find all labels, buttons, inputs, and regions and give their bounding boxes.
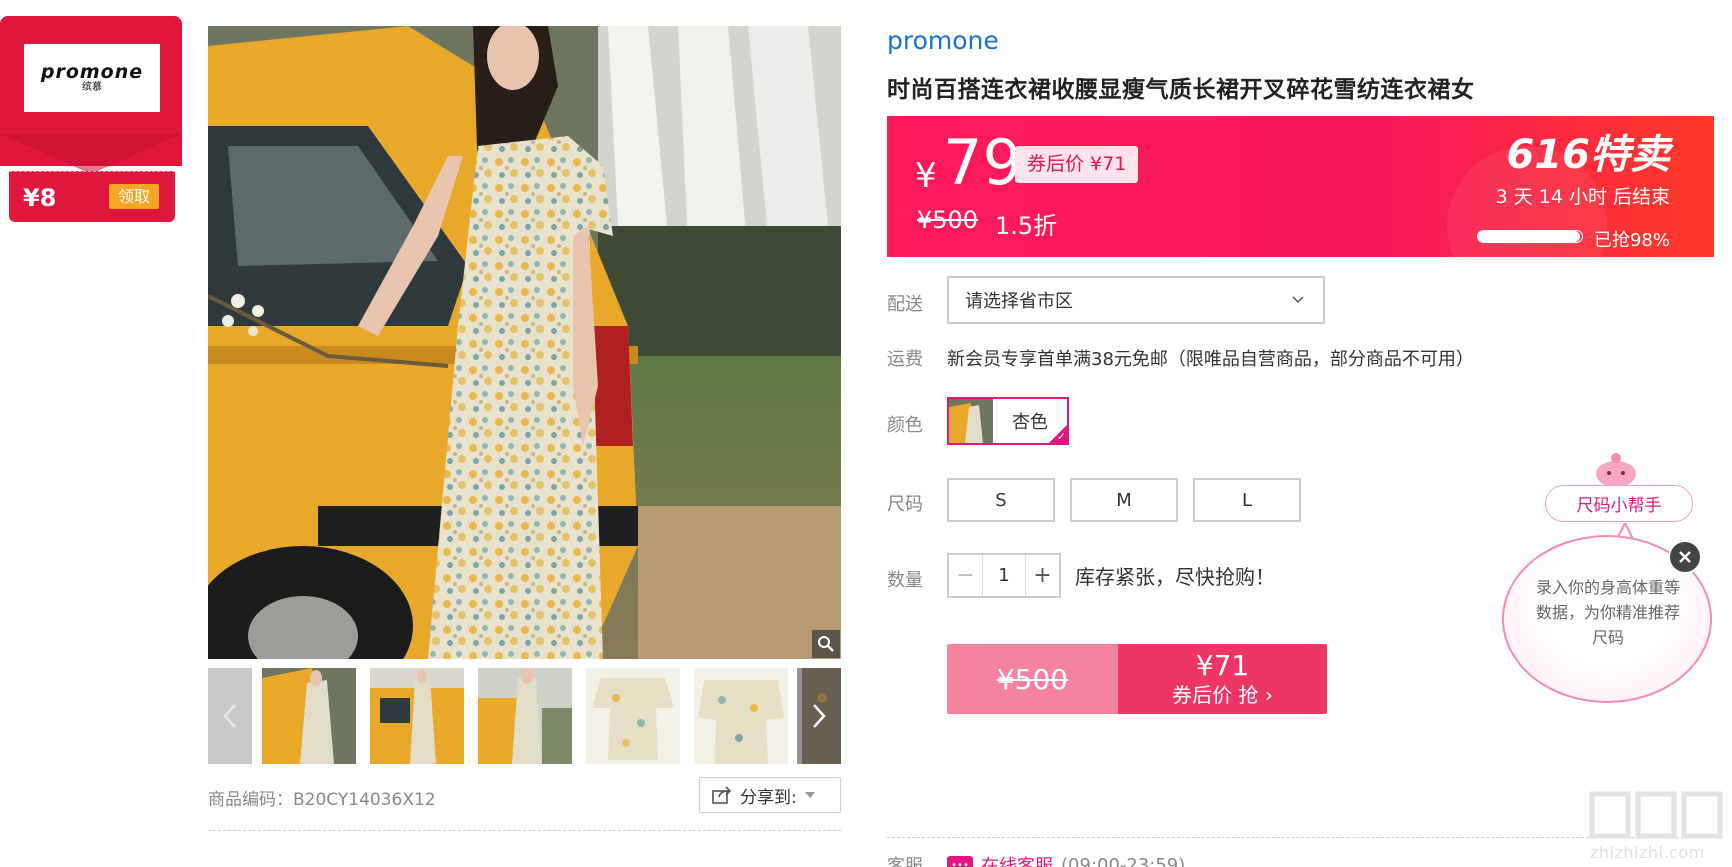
chat-icon[interactable]: •••	[947, 856, 973, 867]
thumbnail-image	[478, 668, 572, 764]
shipping-label: 运费	[887, 349, 923, 370]
brand-logo-subtext: 缤慕	[82, 82, 102, 93]
color-swatch-image	[949, 399, 993, 443]
thumbnail-2[interactable]	[370, 668, 464, 764]
thumbnail-3[interactable]	[478, 668, 572, 764]
discount-rate: 1.5折	[995, 212, 1058, 240]
coupon-price-tag: 券后价 ¥71	[1015, 146, 1139, 183]
quantity-stepper: − 1 +	[947, 553, 1061, 598]
coupon-body: ¥8 领取	[9, 171, 175, 222]
share-button[interactable]: 分享到:	[699, 777, 841, 813]
price-banner: ¥ 79 券后价 ¥71 ¥500 1.5折 616特卖 3 天 14 小时 后…	[887, 116, 1714, 257]
brand-logo-text: promone	[40, 61, 144, 83]
currency-symbol: ¥	[915, 156, 937, 196]
size-helper-message: 录入你的身高体重等数据，为你精准推荐尺码	[1535, 578, 1680, 647]
color-label: 颜色	[887, 415, 923, 436]
thumbnail-image	[694, 668, 788, 764]
size-option-s[interactable]: S	[947, 478, 1055, 522]
size-option-l[interactable]: L	[1193, 478, 1301, 522]
quantity-decrease-button[interactable]: −	[949, 555, 983, 596]
thumbnail-5[interactable]	[694, 668, 788, 764]
region-select[interactable]: 请选择省市区	[947, 276, 1325, 324]
customer-service-row: 客服 ••• 在线客服 (09:00-23:59)	[887, 852, 1185, 867]
stock-warning: 库存紧张，尽快抢购！	[1075, 565, 1275, 589]
thumbnail-next-button[interactable]	[797, 668, 841, 764]
countdown-timer: 3 天 14 小时 后结束	[1495, 186, 1670, 208]
watermark-text: zhizhizhi.com	[1590, 843, 1705, 862]
check-icon: ✓	[1056, 430, 1066, 443]
buy-button-coupon-section: ¥71 券后价 抢 ›	[1118, 644, 1327, 714]
thumbnail-image	[262, 668, 356, 764]
close-size-helper-button[interactable]	[1668, 540, 1702, 574]
close-icon	[1679, 551, 1691, 563]
share-icon	[712, 786, 732, 804]
brand-coupon[interactable]: promone 缤慕 ¥8 领取	[0, 16, 182, 222]
thumbnail-4[interactable]	[586, 668, 680, 764]
chevron-down-icon	[1292, 296, 1304, 304]
sold-progress-fill	[1478, 231, 1580, 242]
coupon-amount: ¥8	[23, 184, 57, 212]
thumbnail-strip	[208, 668, 841, 764]
sold-progress-bar	[1477, 230, 1583, 243]
event-title: 616特卖	[1506, 132, 1671, 178]
swatch-thumbnail	[949, 399, 993, 443]
region-select-value: 请选择省市区	[965, 291, 1073, 312]
quantity-increase-button[interactable]: +	[1025, 555, 1059, 596]
share-label: 分享到:	[740, 787, 797, 808]
zoom-button[interactable]	[812, 630, 840, 658]
size-option-m[interactable]: M	[1070, 478, 1178, 522]
caret-down-icon	[804, 792, 815, 798]
size-helper-button[interactable]: 尺码小帮手	[1545, 485, 1693, 522]
sale-price: 79	[943, 126, 1022, 199]
shipping-info: 新会员专享首单满38元免邮（限唯品自营商品，部分商品不可用）	[947, 349, 1474, 370]
delivery-label: 配送	[887, 294, 923, 315]
buy-with-coupon-button[interactable]: ¥500 ¥71 券后价 抢 ›	[947, 644, 1327, 714]
product-code: 商品编码：B20CY14036X12	[208, 790, 436, 810]
thumbnail-prev-button[interactable]	[208, 668, 252, 764]
brand-link[interactable]: promone	[887, 26, 999, 55]
service-label: 客服	[887, 856, 923, 867]
thumbnail-1[interactable]	[262, 668, 356, 764]
main-product-image[interactable]	[208, 26, 841, 659]
sold-percent-text: 已抢98%	[1593, 230, 1670, 251]
service-hours: (09:00-23:59)	[1061, 854, 1186, 867]
product-title: 时尚百搭连衣裙收腰显瘦气质长裙开叉碎花雪纺连衣裙女	[887, 77, 1475, 103]
thumbnail-image	[370, 668, 464, 764]
quantity-label: 数量	[887, 570, 923, 591]
claim-coupon-button[interactable]: 领取	[109, 184, 159, 209]
buy-button-original-price: ¥500	[947, 644, 1118, 714]
mascot-icon	[1596, 453, 1636, 486]
chevron-right-icon	[813, 704, 826, 728]
thumbnail-image	[586, 668, 680, 764]
online-service-link[interactable]: 在线客服	[981, 852, 1053, 867]
divider	[208, 830, 841, 831]
magnifier-icon	[818, 636, 834, 652]
color-option-apricot[interactable]: 杏色 ✓	[947, 397, 1069, 445]
product-photo-illustration	[208, 26, 841, 659]
chevron-left-icon	[223, 704, 236, 728]
quantity-input[interactable]: 1	[983, 555, 1025, 596]
size-label: 尺码	[887, 494, 923, 515]
original-price: ¥500	[917, 206, 979, 234]
buy-button-label: 券后价 抢 ›	[1172, 683, 1273, 707]
brand-logo: promone 缤慕	[24, 44, 160, 112]
buy-button-coupon-price: ¥71	[1195, 649, 1250, 682]
